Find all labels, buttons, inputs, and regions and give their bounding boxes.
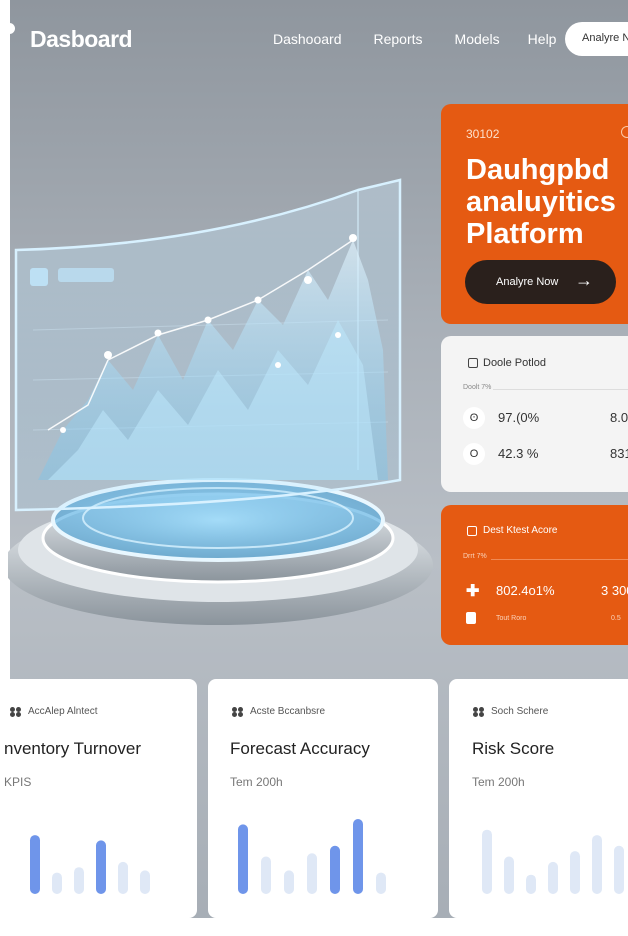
- kpi-subtitle: Tem 200h: [230, 775, 283, 789]
- nav-help[interactable]: Help: [528, 31, 557, 47]
- kpi-card-forecast[interactable]: Acste Bccanbsre Forecast Accuracy Tem 20…: [208, 679, 438, 918]
- orange-metrics-card: Dest Ktest Acore Drrt 7% ✚ 802.4o1% 3 30…: [441, 505, 628, 645]
- nav-reports[interactable]: Reports: [374, 31, 423, 47]
- analyze-now-label: Analyre Now: [496, 276, 559, 288]
- stats-card-title: Doole Potlod: [483, 357, 546, 369]
- hero-card: 30102 Dauhgpbd analuyitics Platform Anal…: [441, 104, 628, 324]
- kpi-bar: [238, 824, 248, 894]
- stats-value: 42.3 %: [498, 446, 539, 461]
- kpi-category-label: AccAlep Alntect: [28, 706, 98, 717]
- kpi-bar: [526, 874, 536, 894]
- header-analyze-button[interactable]: Analyre Nc: [565, 22, 628, 56]
- kpi-bar: [592, 835, 602, 894]
- arrow-right-icon: →: [575, 270, 593, 290]
- orange-card-value: 802.4o1%: [496, 583, 555, 598]
- target-icon: ʘ: [463, 407, 485, 429]
- grid-icon: [473, 706, 485, 717]
- kpi-category: Soch Schere: [473, 706, 548, 717]
- kpi-bar: [261, 856, 271, 894]
- kpi-bar: [482, 829, 492, 894]
- orange-card-title: Dest Ktest Acore: [483, 525, 558, 536]
- kpi-category-label: Soch Schere: [491, 706, 549, 717]
- kpi-bar: [96, 840, 106, 894]
- divider: [493, 389, 628, 390]
- kpi-bar-chart: [482, 829, 624, 894]
- chart-icon: [467, 525, 477, 536]
- grid-icon: [10, 706, 22, 717]
- kpi-category: Acste Bccanbsre: [232, 706, 325, 717]
- kpi-bar-chart: [30, 835, 150, 894]
- kpi-bar: [118, 861, 128, 894]
- kpi-subtitle: KPIS: [4, 775, 32, 789]
- kpi-bar: [330, 845, 340, 894]
- kpi-bar: [52, 872, 62, 894]
- kpi-bar: [353, 819, 363, 894]
- grid-icon: [232, 706, 244, 717]
- hologram-chart-illustration: [8, 178, 433, 625]
- stats-row[interactable]: ʘ 97.(0% 8.0%: [463, 406, 628, 430]
- kpi-bar: [614, 845, 624, 894]
- stats-value: 97.(0%: [498, 410, 540, 425]
- stats-card-subtitle: Doolt 7%: [463, 384, 492, 391]
- kpi-category-label: Acste Bccanbsre: [250, 706, 326, 717]
- nav-models[interactable]: Models: [455, 31, 500, 47]
- kpi-category: AccAlep Alntect: [10, 706, 97, 717]
- kpi-bar: [570, 851, 580, 894]
- plus-icon: ✚: [466, 583, 480, 600]
- main-nav: Dashooard Reports Models Help: [273, 31, 590, 47]
- kpi-bar: [307, 853, 317, 894]
- document-icon: [466, 612, 476, 624]
- orange-card-header: Dest Ktest Acore: [467, 525, 557, 536]
- kpi-bar: [284, 870, 294, 894]
- app-logo[interactable]: Dasboard: [30, 26, 133, 53]
- orange-card-label-secondary: 0.5: [611, 615, 621, 622]
- orange-card-value-secondary: 3 300%: [601, 583, 628, 598]
- hero-title: Dauhgpbd analuyitics Platform: [466, 154, 616, 250]
- hero-code: 30102: [466, 127, 500, 141]
- kpi-card-inventory[interactable]: AccAlep Alntect nventory Turnover KPIS: [0, 679, 197, 918]
- circle-icon: O: [463, 443, 485, 465]
- top-header: Dasboard Dashooard Reports Models Help A…: [0, 0, 628, 80]
- stats-card-header: Doole Potlod: [468, 357, 546, 369]
- kpi-bar: [376, 872, 386, 894]
- stats-card: Doole Potlod Doolt 7% ʘ 97.(0% 8.0% O 42…: [441, 336, 628, 492]
- stats-row[interactable]: O 42.3 % 831%: [463, 442, 628, 466]
- kpi-bar: [548, 861, 558, 894]
- calendar-icon: [468, 358, 478, 368]
- kpi-bar: [30, 835, 40, 894]
- analyze-now-button[interactable]: Analyre Now →: [465, 260, 616, 304]
- orange-card-subtitle: Drrt 7%: [463, 553, 487, 560]
- kpi-bar-chart: [238, 819, 386, 894]
- kpi-bar: [504, 856, 514, 894]
- stats-value-secondary: 831%: [610, 446, 628, 461]
- kpi-bar: [140, 870, 150, 894]
- kpi-subtitle: Tem 200h: [472, 775, 525, 789]
- nav-dashboard[interactable]: Dashooard: [273, 31, 342, 47]
- orange-card-label: Tout Roro: [496, 615, 527, 622]
- kpi-bar: [74, 867, 84, 894]
- bottom-edge: [0, 918, 628, 936]
- kpi-title: Forecast Accuracy: [230, 739, 370, 758]
- kpi-title: Risk Score: [472, 739, 555, 758]
- kpi-title: nventory Turnover: [4, 739, 142, 758]
- divider: [491, 559, 628, 560]
- kpi-card-risk[interactable]: Soch Schere Risk Score Tem 200h: [449, 679, 628, 918]
- stats-value-secondary: 8.0%: [610, 410, 628, 425]
- info-icon[interactable]: [621, 126, 628, 138]
